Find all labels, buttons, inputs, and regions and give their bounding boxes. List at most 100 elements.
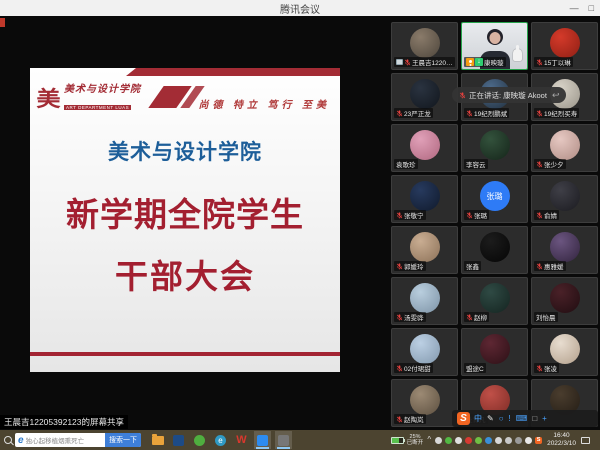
participant-tile[interactable]: 刘怡晨 [531, 277, 598, 325]
participant-name: 康映璇 [484, 57, 504, 67]
sogou-logo-icon[interactable]: S [457, 412, 470, 425]
participant-label: 惠雅媛 [534, 261, 566, 271]
participant-label: 刘怡晨 [534, 312, 558, 322]
participant-name: 汤雯骅 [404, 312, 424, 322]
wps-icon[interactable]: W [233, 431, 250, 449]
network-icon[interactable] [505, 437, 512, 444]
participant-tile[interactable]: 23严正龙 [391, 73, 458, 121]
move-tool-icon[interactable] [525, 437, 532, 444]
sogou-input-bar: S 中 ✎ ○! ⌨ □ + [452, 410, 598, 427]
college-logo-title: 美术与设计学院 [64, 84, 141, 96]
participant-tile[interactable]: 张璐张璐 [461, 175, 528, 223]
incoming-arrow-icon: ↓ [475, 58, 483, 66]
soft-keyboard-icon[interactable]: ⌨ [516, 415, 528, 423]
participant-tile[interactable]: 盟途C [461, 328, 528, 376]
edge-browser-icon[interactable]: e [212, 431, 229, 449]
participant-avatar [480, 130, 510, 160]
hidden-icons-chevron[interactable]: ^ [426, 436, 432, 444]
taskbar-search-box[interactable]: e 独心起移植烟熏死亡 搜索一下 [15, 433, 141, 447]
muted-mic-icon [404, 59, 411, 66]
mic-tray-icon[interactable] [455, 437, 462, 444]
pen-tray-icon[interactable] [515, 437, 522, 444]
participant-label: 张敬宁 [394, 210, 426, 220]
participant-label: 汤雯骅 [394, 312, 426, 322]
handwriting-icon[interactable]: ✎ [487, 415, 494, 423]
participant-tile[interactable]: 俞婧 [531, 175, 598, 223]
volume-muted-icon[interactable] [495, 437, 502, 444]
reply-arrow-icon[interactable]: ↩ [552, 91, 560, 100]
participant-avatar [410, 232, 440, 262]
participant-tile[interactable]: 张凌 [531, 328, 598, 376]
360-shield-icon[interactable] [475, 437, 482, 444]
maximize-button[interactable]: □ [589, 4, 594, 13]
participant-tile[interactable]: 张鑫 [461, 226, 528, 274]
participant-tile[interactable]: 袁歌珍 [391, 124, 458, 172]
action-center-icon[interactable] [581, 437, 590, 444]
participant-tile[interactable]: 张少夕 [531, 124, 598, 172]
search-go-button[interactable]: 搜索一下 [105, 433, 141, 447]
red-app-icon[interactable] [465, 437, 472, 444]
dark-blue-app-icon-glyph [173, 435, 184, 446]
slide-heading: 美术与设计学院 [30, 136, 340, 166]
participant-avatar [410, 181, 440, 211]
participant-avatar [410, 79, 440, 109]
muted-mic-icon [536, 365, 543, 372]
participant-tile[interactable]: 赵陶岚 [391, 379, 458, 427]
participant-name: 赵陶岚 [404, 414, 424, 424]
speaking-toast: 正在讲话: 康映璇 Akoot ↩ [452, 87, 566, 103]
muted-mic-icon [396, 110, 403, 117]
participant-name: 王晨吉12205392123... [412, 57, 453, 67]
screen-share-banner: 王晨吉12205392123的屏幕共享 [0, 415, 128, 429]
wechat-icon[interactable] [445, 437, 452, 444]
clock-time: 16:40 [547, 432, 576, 440]
slide-header-band [126, 68, 340, 76]
participant-tile[interactable]: 汤雯骅 [391, 277, 458, 325]
capture-app-icon-glyph [278, 435, 289, 446]
participant-tile[interactable]: 李容云 [461, 124, 528, 172]
notification-bell-icon[interactable] [435, 437, 442, 444]
slide-title-line2: 干部大会 [30, 250, 340, 298]
participant-tile[interactable]: 15丁以琳 [531, 22, 598, 70]
toolbox-icon[interactable]: + [542, 415, 547, 423]
screen-share-icon [396, 59, 403, 65]
punctuation-icon[interactable]: ○ [499, 415, 504, 423]
participant-name: 23严正龙 [404, 108, 431, 118]
college-logo-subtitle: ART DEPARTMENT LUAS [64, 105, 131, 110]
participant-label: 23严正龙 [394, 108, 433, 118]
file-explorer-icon[interactable] [149, 431, 166, 449]
screenshot-icon[interactable]: □ [532, 415, 537, 423]
participant-tile[interactable]: 赵柳 [461, 277, 528, 325]
dark-blue-app-icon[interactable] [170, 431, 187, 449]
participant-avatar [480, 232, 510, 262]
participant-tile[interactable]: ↓康映璇 [461, 22, 528, 70]
college-logo-mark: 美 [36, 89, 60, 110]
participant-label: 袁歌珍 [394, 159, 418, 169]
participant-label: 王晨吉12205392123... [394, 57, 455, 67]
edge-browser-icon-glyph: e [215, 435, 226, 446]
shared-slide: 美 美术与设计学院 ART DEPARTMENT LUAS 尚德 特立 笃行 至… [30, 68, 340, 372]
participant-tile[interactable]: 王晨吉12205392123... [391, 22, 458, 70]
participant-tile[interactable]: 张敬宁 [391, 175, 458, 223]
participant-name: 张少夕 [544, 159, 564, 169]
participant-label: 19纪烈鹏斌 [464, 108, 509, 118]
participant-tile[interactable]: 惠雅媛 [531, 226, 598, 274]
muted-mic-icon [536, 161, 543, 168]
minimize-button[interactable]: — [570, 4, 579, 13]
green-app-icon[interactable] [191, 431, 208, 449]
chinese-mode-icon[interactable]: 中 [474, 415, 482, 423]
active-app-indicator [277, 447, 290, 449]
battery-icon[interactable] [391, 437, 404, 444]
blue-app-icon[interactable] [485, 437, 492, 444]
shared-screen-edge-marker [0, 18, 5, 27]
screen-share-pane: 美 美术与设计学院 ART DEPARTMENT LUAS 尚德 特立 笃行 至… [0, 16, 388, 430]
ie-browser-icon: e [18, 435, 24, 446]
voice-input-icon[interactable]: ! [509, 415, 511, 423]
taskbar-clock[interactable]: 16:40 2022/3/10 [547, 432, 576, 448]
participant-avatar [550, 283, 580, 313]
participant-tile[interactable]: 02付珺甜 [391, 328, 458, 376]
taskbar-search-icon[interactable] [4, 436, 12, 444]
participant-tile[interactable]: 郭媛玲 [391, 226, 458, 274]
tencent-meeting-icon[interactable] [254, 431, 271, 449]
capture-app-icon[interactable] [275, 431, 292, 449]
sogou-tray-icon[interactable]: S [535, 437, 542, 444]
